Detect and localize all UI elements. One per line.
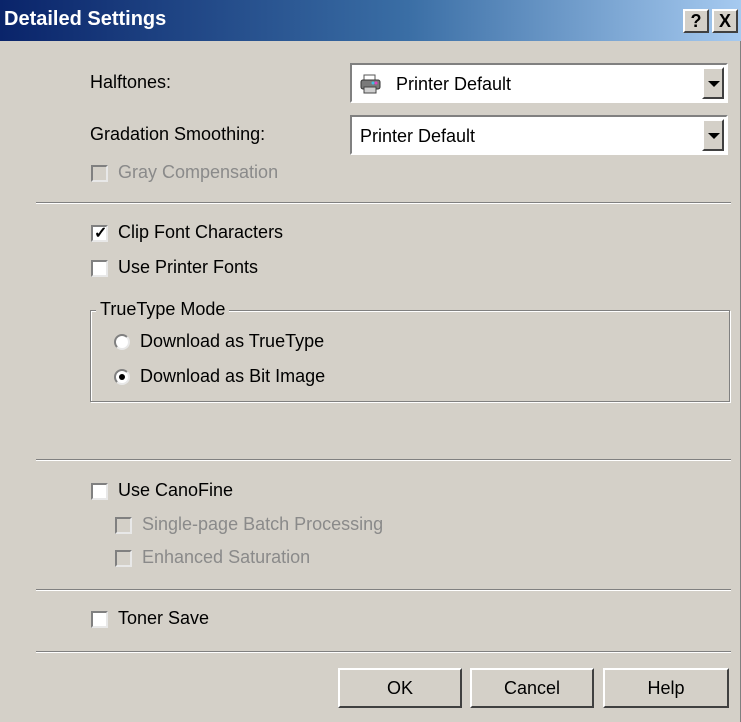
printer-fonts-label: Use Printer Fonts [118,257,259,277]
detailed-settings-dialog: Detailed Settings ? X Halftones: Printer… [0,0,741,722]
help-title-button[interactable]: ? [683,9,709,33]
gradation-dropdown[interactable]: Printer Default [350,115,728,155]
radio-selected-dot [119,374,125,380]
gray-compensation-label: Gray Compensation [118,162,279,182]
clip-font-label: Clip Font Characters [118,222,284,242]
enhanced-saturation-checkbox[interactable] [115,550,132,567]
gradation-label: Gradation Smoothing: [90,124,266,144]
toner-save-checkbox[interactable] [91,611,108,628]
gradation-value: Printer Default [360,126,476,146]
check-mark-icon: ✓ [94,225,108,242]
download-truetype-label: Download as TrueType [140,331,325,351]
separator [36,651,731,653]
printer-fonts-checkbox[interactable] [91,260,108,277]
single-page-checkbox[interactable] [115,517,132,534]
halftones-dropdown[interactable]: Printer Default [350,63,728,103]
cancel-button[interactable]: Cancel [470,668,594,708]
truetype-mode-group [90,310,730,402]
window-title: Detailed Settings [4,8,167,30]
ok-button[interactable]: OK [338,668,462,708]
single-page-label: Single-page Batch Processing [142,514,384,534]
enhanced-saturation-label: Enhanced Saturation [142,547,311,567]
download-truetype-radio[interactable] [114,334,130,350]
separator [36,202,731,204]
download-bitimage-radio[interactable] [114,369,130,385]
close-title-button[interactable]: X [712,9,738,33]
toner-save-label: Toner Save [118,608,210,628]
gray-compensation-checkbox[interactable] [91,165,108,182]
canofine-checkbox[interactable] [91,483,108,500]
halftones-label: Halftones: [90,72,172,92]
separator [36,589,731,591]
truetype-mode-legend: TrueType Mode [96,299,230,320]
canofine-label: Use CanoFine [118,480,234,500]
gradation-dropdown-arrow[interactable] [702,119,724,151]
title-bar[interactable]: Detailed Settings ? X [0,0,741,41]
separator [36,459,731,461]
halftones-dropdown-arrow[interactable] [702,67,724,99]
clip-font-checkbox[interactable]: ✓ [91,225,108,242]
halftones-value: Printer Default [396,74,512,94]
download-bitimage-label: Download as Bit Image [140,366,326,386]
help-button[interactable]: Help [603,668,729,708]
printer-icon [360,74,381,94]
